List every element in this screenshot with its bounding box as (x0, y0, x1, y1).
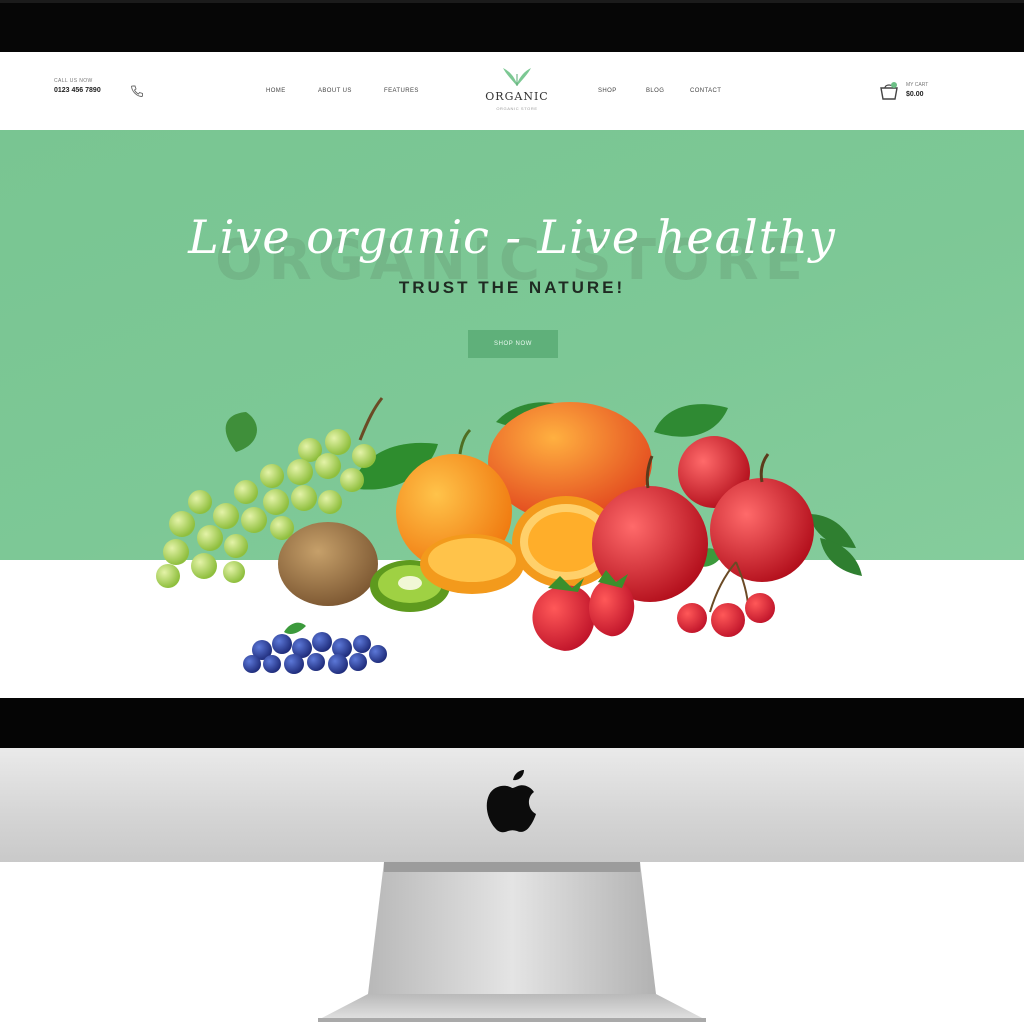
website-screen: CALL US NOW 0123 456 7890 HOME ABOUT US … (0, 52, 1024, 698)
monitor-stand (318, 862, 706, 1022)
monitor-bottom-bezel (0, 698, 1024, 748)
monitor-top-bezel (0, 0, 1024, 52)
fruit-arrangement-image (156, 397, 862, 674)
apple-logo-icon (486, 770, 536, 833)
